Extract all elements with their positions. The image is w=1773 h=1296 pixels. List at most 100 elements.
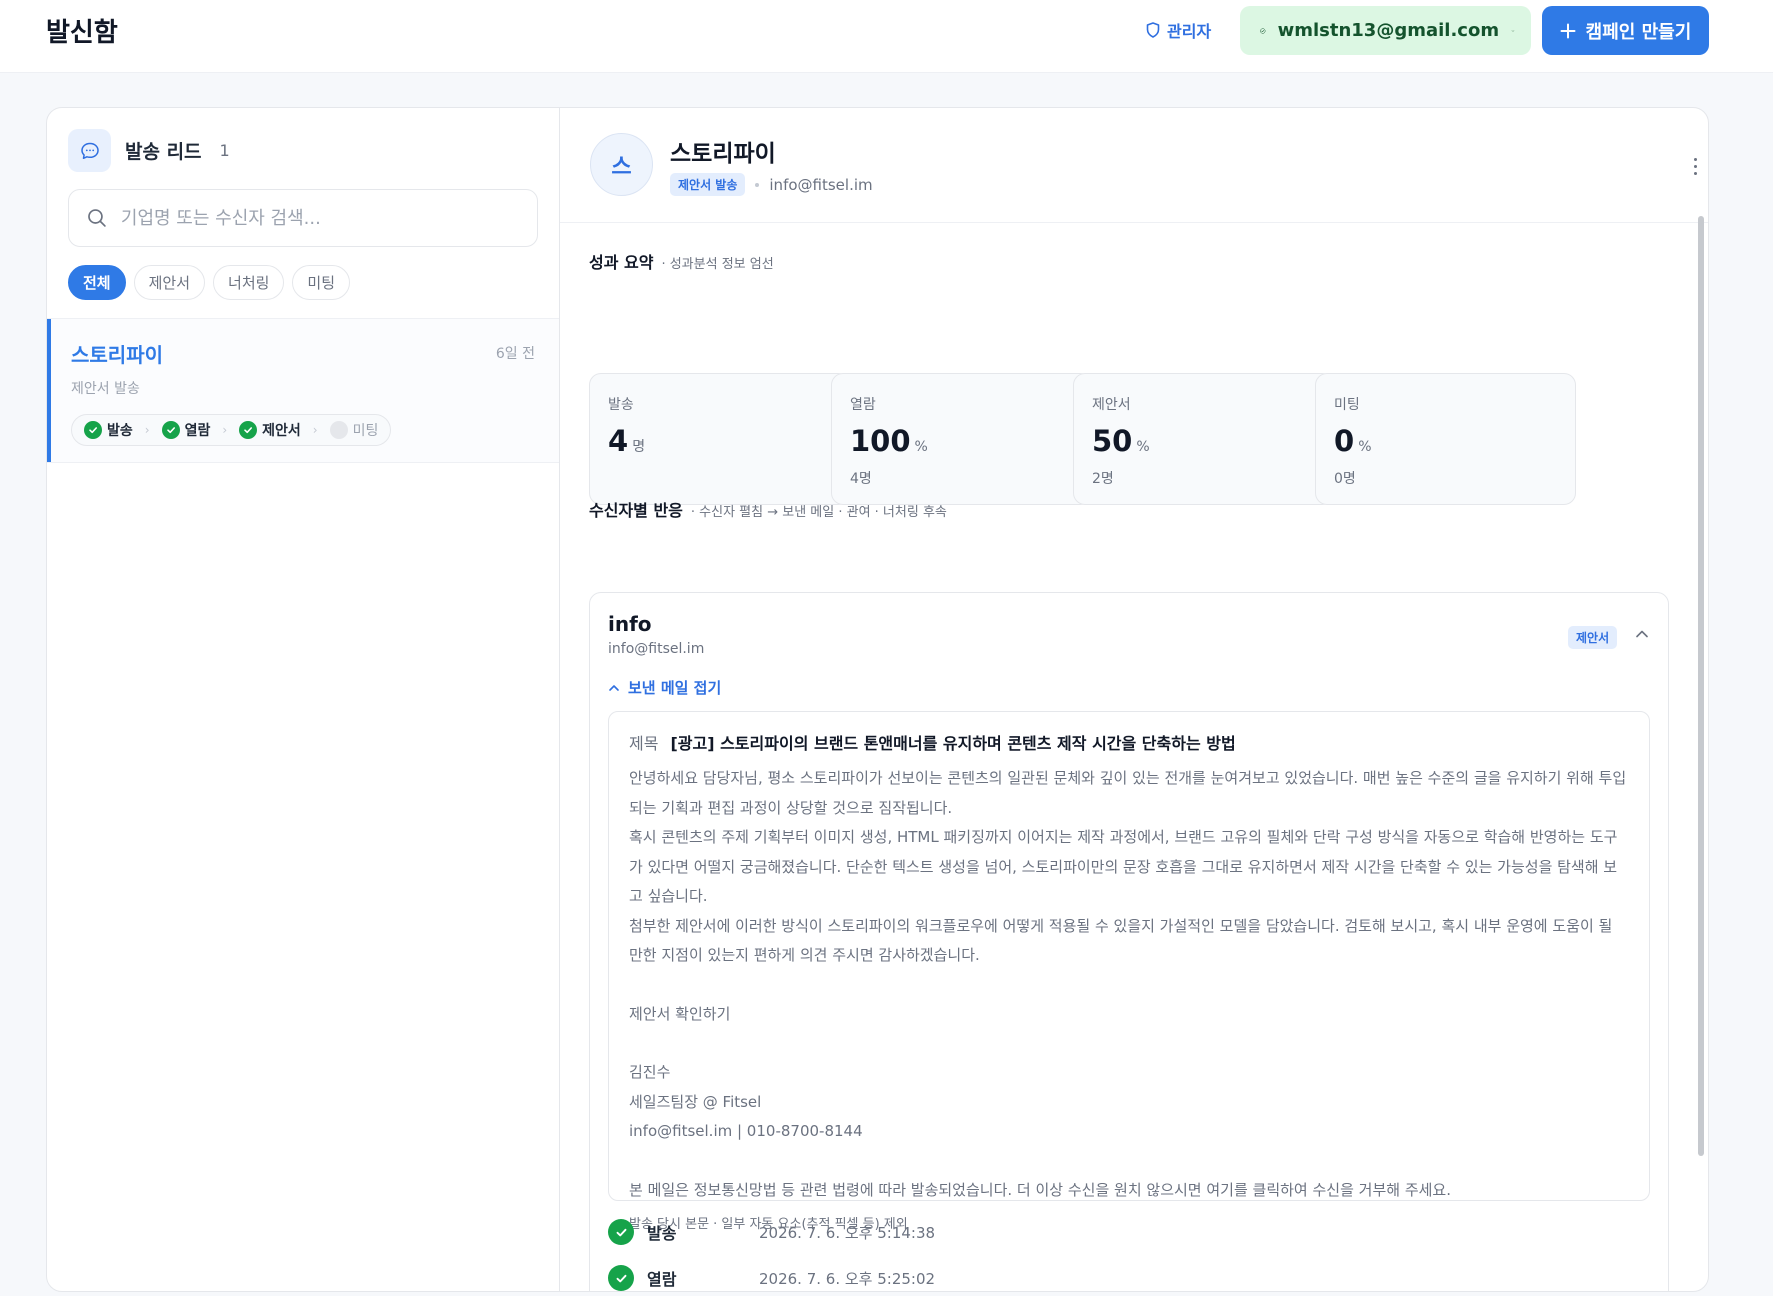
filter-meeting[interactable]: 미팅 [292, 265, 351, 300]
lead-time: 6일 전 [495, 346, 535, 362]
step-sent: 발송 [84, 420, 133, 440]
stat-label: 열람 [850, 397, 876, 413]
recipients-subtitle: · 수신자 펼침 → 보낸 메일 · 관여 · 너처링 후속 [690, 505, 947, 520]
recipient-card: info info@fitsel.im 제안서 보낸 메일 접기 제목 [광고]… [589, 592, 1669, 1291]
company-name: 스토리파이 [670, 141, 776, 167]
company-avatar: 스 [590, 133, 653, 196]
recipients-title: 수신자별 반응 [589, 501, 683, 520]
subject-key: 제목 [629, 734, 659, 753]
check-icon [608, 1219, 634, 1245]
detail-header: 스 스토리파이 제안서 발송 info@fitsel.im [560, 108, 1708, 223]
step-label: 미팅 [352, 423, 379, 439]
main-panel: 발송 리드 1 전체 제안서 너처링 미팅 스토리파이 6일 전 제안서 발송 … [46, 107, 1709, 1292]
mail-paragraph: 안녕하세요 담당자님, 평소 스토리파이가 선보이는 콘텐츠의 일관된 문체와 … [629, 769, 1627, 817]
chevron-up-icon [609, 684, 619, 691]
summary-title: 성과 요약 [589, 253, 654, 272]
lead-list-header: 발송 리드 1 [68, 129, 230, 172]
admin-label: 관리자 [1167, 22, 1212, 41]
lead-item[interactable]: 스토리파이 6일 전 제안서 발송 발송 › 열람 › 제안서 › 미팅 [47, 318, 559, 463]
more-options-icon[interactable] [1694, 158, 1698, 179]
fold-mail-toggle[interactable]: 보낸 메일 접기 [608, 677, 721, 698]
fold-label: 보낸 메일 접기 [628, 679, 722, 697]
stat-value: 50% [1092, 424, 1150, 458]
chevron-right-icon: › [312, 423, 318, 437]
selected-indicator [47, 319, 51, 462]
recipient-email: info@fitsel.im [608, 641, 705, 657]
signature-title: 세일즈팀장 @ Fitsel [629, 1092, 762, 1111]
top-bar: 발신함 관리자 wmlstn13@gmail.com 캠페인 만들기 [0, 0, 1773, 73]
recipient-stage-badge: 제안서 [1568, 626, 1618, 649]
summary-subtitle: · 성과분석 정보 엄선 [661, 257, 774, 272]
timeline-label: 열람 [647, 1270, 677, 1289]
chat-bubble-icon [80, 142, 99, 159]
recipient-name: info [608, 612, 652, 636]
lead-list-panel: 발송 리드 1 전체 제안서 너처링 미팅 스토리파이 6일 전 제안서 발송 … [47, 108, 560, 1291]
create-campaign-button[interactable]: 캠페인 만들기 [1542, 6, 1709, 55]
page-title: 발신함 [46, 18, 118, 48]
step-meeting: 미팅 [329, 420, 379, 440]
stat-sub: 0명 [1334, 471, 1356, 487]
stat-label: 제안서 [1092, 397, 1131, 413]
check-icon [239, 421, 258, 439]
check-icon [608, 1265, 634, 1291]
lead-detail-panel: 스 스토리파이 제안서 발송 info@fitsel.im 성과 요약 · 성과… [560, 108, 1708, 1291]
step-opened: 열람 [161, 420, 210, 440]
summary-heading: 성과 요약 · 성과분석 정보 엄선 [589, 249, 774, 273]
step-label: 제안서 [262, 423, 301, 439]
step-label: 발송 [107, 423, 133, 439]
stat-sub: 2명 [1092, 471, 1114, 487]
empty-circle-icon [329, 421, 348, 439]
step-proposal: 제안서 [239, 420, 301, 440]
stat-label: 미팅 [1334, 397, 1360, 413]
stat-card-meeting: 미팅 0% 0명 [1315, 373, 1576, 505]
admin-link[interactable]: 관리자 [1146, 18, 1211, 42]
timeline-label: 발송 [647, 1224, 677, 1243]
status-badge: 제안서 발송 [670, 173, 746, 196]
signature-contact: info@fitsel.im | 010-8700-8144 [629, 1122, 863, 1140]
proposal-link[interactable]: 제안서 확인하기 [629, 1000, 1629, 1030]
account-email: wmlstn13@gmail.com [1277, 20, 1500, 41]
chevron-down-icon [1511, 29, 1515, 32]
stat-card-proposal: 제안서 50% 2명 [1073, 373, 1334, 505]
detail-scroll-area: 성과 요약 · 성과분석 정보 엄선 발송 4명 열람 100% 4명 제안서 … [560, 223, 1708, 1291]
mail-subject: 제목 [광고] 스토리파이의 브랜드 톤앤매너를 유지하며 콘텐츠 제작 시간을… [629, 730, 1629, 754]
account-menu-button[interactable]: wmlstn13@gmail.com [1240, 6, 1531, 55]
chevron-right-icon: › [222, 423, 228, 437]
stat-value: 4명 [608, 424, 646, 458]
search-box [68, 189, 538, 247]
stat-sub: 4명 [850, 471, 872, 487]
filter-nurturing[interactable]: 너처링 [213, 265, 285, 300]
signature-name: 김진수 [629, 1063, 671, 1081]
stat-card-opened: 열람 100% 4명 [831, 373, 1092, 505]
search-input[interactable] [120, 207, 519, 229]
stat-value: 100% [850, 424, 928, 458]
company-email: info@fitsel.im [769, 175, 873, 194]
stat-value: 0% [1334, 424, 1372, 458]
check-circle-icon [1260, 27, 1266, 34]
timeline-time: 2026. 7. 6. 오후 5:25:02 [759, 1269, 936, 1288]
mail-footer: 본 메일은 정보통신망법 등 관련 법령에 따라 발송되었습니다. 더 이상 수… [629, 1180, 1451, 1199]
filter-chips: 전체 제안서 너처링 미팅 [68, 265, 351, 300]
subject-text: [광고] 스토리파이의 브랜드 톤앤매너를 유지하며 콘텐츠 제작 시간을 단축… [670, 734, 1236, 753]
stat-label: 발송 [608, 397, 634, 413]
chevron-up-icon[interactable] [1634, 626, 1650, 642]
filter-proposal[interactable]: 제안서 [133, 265, 206, 300]
lead-count: 1 [219, 141, 230, 160]
timeline-time: 2026. 7. 6. 오후 5:14:38 [759, 1223, 936, 1242]
mail-paragraph: 첨부한 제안서에 이러한 방식이 스토리파이의 워크플로우에 어떻게 적용될 수… [629, 916, 1613, 965]
lead-progress-steps: 발송 › 열람 › 제안서 › 미팅 [71, 414, 392, 446]
plus-icon [1560, 23, 1576, 38]
sent-mail-body: 제목 [광고] 스토리파이의 브랜드 톤앤매너를 유지하며 콘텐츠 제작 시간을… [608, 711, 1650, 1232]
company-meta: 제안서 발송 info@fitsel.im [670, 173, 873, 196]
lead-status: 제안서 발송 [71, 381, 140, 397]
separator-dot [755, 182, 760, 187]
filter-all[interactable]: 전체 [68, 265, 126, 300]
check-icon [84, 421, 102, 439]
shield-icon [1146, 22, 1160, 38]
create-campaign-label: 캠페인 만들기 [1585, 21, 1692, 43]
recipients-heading: 수신자별 반응 · 수신자 펼침 → 보낸 메일 · 관여 · 너처링 후속 [589, 497, 947, 521]
chat-icon-box [68, 129, 111, 172]
scrollbar-thumb[interactable] [1698, 216, 1704, 1156]
timeline-item-opened: 열람 2026. 7. 6. 오후 5:25:02 [608, 1265, 935, 1291]
lead-name: 스토리파이 [71, 343, 163, 367]
